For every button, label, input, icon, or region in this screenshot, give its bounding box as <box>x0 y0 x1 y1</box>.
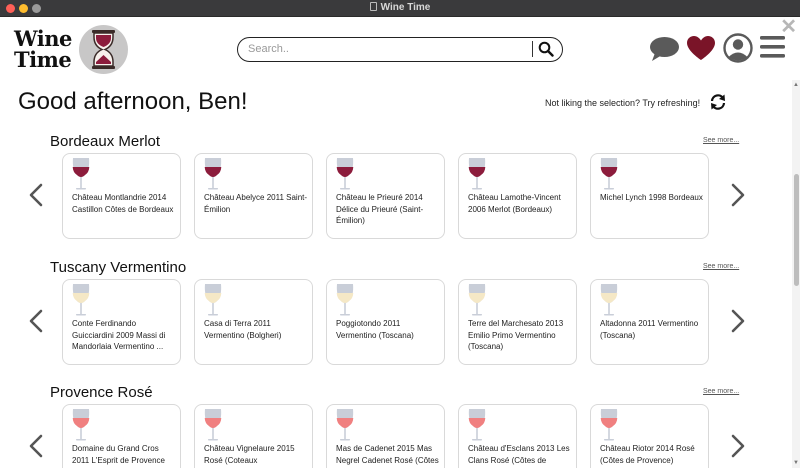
wine-card[interactable]: Casa di Terra 2011 Vermentino (Bolgheri) <box>194 279 313 365</box>
section-title: Provence Rosé <box>50 384 153 401</box>
wine-name: Château Montlandrie 2014 Castillon Côtes… <box>72 193 174 214</box>
wine-glass-icon <box>332 283 358 322</box>
wine-name: Château Vignelaure 2015 Rosé (Coteaux <box>204 444 295 465</box>
wine-card[interactable]: Altadonna 2011 Vermentino (Toscana) <box>590 279 709 365</box>
scroll-down-icon[interactable]: ▼ <box>793 460 799 466</box>
wine-card[interactable]: Château le Prieuré 2014 Délice du Prieur… <box>326 153 445 239</box>
scrollbar-thumb[interactable] <box>794 174 799 286</box>
section-title: Bordeaux Merlot <box>50 133 161 150</box>
wine-glass-icon <box>68 283 94 322</box>
wine-glass-icon <box>464 157 490 196</box>
wine-glass-icon <box>200 283 226 322</box>
search-divider <box>532 41 533 57</box>
wine-glass-icon <box>596 408 622 447</box>
wine-glass-icon <box>332 157 358 196</box>
refresh-prompt: Not liking the selection? Try refreshing… <box>545 98 701 108</box>
wine-card[interactable]: Château Vignelaure 2015 Rosé (Coteaux <box>194 404 313 468</box>
wine-name: Château Abelyce 2011 Saint-Émilion <box>204 193 308 214</box>
wine-name: Château le Prieuré 2014 Délice du Prieur… <box>336 193 424 225</box>
wine-glass-icon <box>200 157 226 196</box>
chevron-right-icon[interactable] <box>731 434 745 463</box>
wine-name: Domaine du Grand Cros 2011 L'Esprit de P… <box>72 444 165 465</box>
wine-card[interactable]: Château Montlandrie 2014 Castillon Côtes… <box>62 153 181 239</box>
search-input[interactable] <box>248 41 528 57</box>
wine-name: Château Riotor 2014 Rosé (Côtes de Prove… <box>600 444 695 465</box>
app-icon <box>369 2 377 11</box>
wine-card[interactable]: Domaine du Grand Cros 2011 L'Esprit de P… <box>62 404 181 468</box>
wine-glass-icon <box>596 157 622 196</box>
wine-card[interactable]: Mas de Cadenet 2015 Mas Negrel Cadenet R… <box>326 404 445 468</box>
chat-icon[interactable] <box>649 36 680 67</box>
wine-card[interactable]: Château d'Esclans 2013 Les Clans Rosé (C… <box>458 404 577 468</box>
wine-card[interactable]: Michel Lynch 1998 Bordeaux <box>590 153 709 239</box>
chevron-left-icon[interactable] <box>29 309 43 338</box>
scroll-up-icon[interactable]: ▲ <box>793 82 799 88</box>
see-more-link[interactable]: See more... <box>703 263 739 270</box>
chevron-left-icon[interactable] <box>29 434 43 463</box>
wine-card[interactable]: Château Lamothe-Vincent 2006 Merlot (Bor… <box>458 153 577 239</box>
see-more-link[interactable]: See more... <box>703 137 739 144</box>
wine-name: Château d'Esclans 2013 Les Clans Rosé (C… <box>468 444 570 465</box>
chevron-right-icon[interactable] <box>731 183 745 212</box>
wine-name: Mas de Cadenet 2015 Mas Negrel Cadenet R… <box>336 444 439 465</box>
user-icon[interactable] <box>723 33 753 68</box>
section-title: Tuscany Vermentino <box>50 259 187 276</box>
wine-glass-icon <box>68 408 94 447</box>
close-icon[interactable]: ✕ <box>780 17 797 37</box>
chevron-left-icon[interactable] <box>29 183 43 212</box>
refresh-icon[interactable] <box>709 93 727 116</box>
see-more-link[interactable]: See more... <box>703 388 739 395</box>
window-title: Wine Time <box>0 2 800 13</box>
wine-glass-icon <box>464 408 490 447</box>
wine-name: Terre del Marchesato 2013 Emilio Primo V… <box>468 319 564 351</box>
wine-name: Casa di Terra 2011 Vermentino (Bolgheri) <box>204 319 282 340</box>
wine-card[interactable]: Conte Ferdinando Guicciardini 2009 Massi… <box>62 279 181 365</box>
wine-name: Conte Ferdinando Guicciardini 2009 Massi… <box>72 319 166 351</box>
logo-line-1: Wine <box>14 26 72 51</box>
search-icon[interactable] <box>538 41 554 62</box>
wine-name: Château Lamothe-Vincent 2006 Merlot (Bor… <box>468 193 561 214</box>
hourglass-logo-icon <box>79 25 128 74</box>
greeting-heading: Good afternoon, Ben! <box>18 88 248 115</box>
wine-name: Altadonna 2011 Vermentino (Toscana) <box>600 319 699 340</box>
heart-icon[interactable] <box>686 35 716 66</box>
wine-glass-icon <box>464 283 490 322</box>
wine-name: Poggiotondo 2011 Vermentino (Toscana) <box>336 319 414 340</box>
menu-icon[interactable] <box>760 36 785 63</box>
chevron-right-icon[interactable] <box>731 309 745 338</box>
app-logo: Wine Time <box>14 28 72 70</box>
search-bar <box>237 37 563 62</box>
window-title-bar: Wine Time <box>0 0 800 17</box>
logo-line-2: Time <box>14 47 72 72</box>
wine-card[interactable]: Terre del Marchesato 2013 Emilio Primo V… <box>458 279 577 365</box>
wine-glass-icon <box>68 157 94 196</box>
wine-glass-icon <box>332 408 358 447</box>
page-scrollbar[interactable] <box>792 80 800 468</box>
wine-name: Michel Lynch 1998 Bordeaux <box>600 193 703 202</box>
wine-glass-icon <box>200 408 226 447</box>
wine-glass-icon <box>596 283 622 322</box>
wine-card[interactable]: Poggiotondo 2011 Vermentino (Toscana) <box>326 279 445 365</box>
wine-card[interactable]: Château Riotor 2014 Rosé (Côtes de Prove… <box>590 404 709 468</box>
wine-card[interactable]: Château Abelyce 2011 Saint-Émilion <box>194 153 313 239</box>
